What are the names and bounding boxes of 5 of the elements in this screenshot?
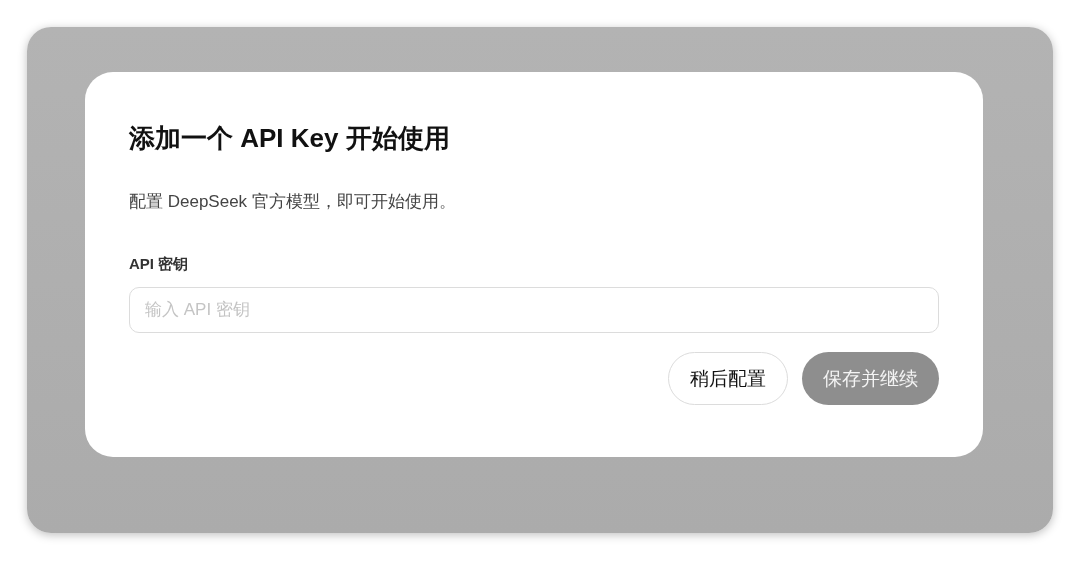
dialog-description: 配置 DeepSeek 官方模型，即可开始使用。 [129, 191, 457, 213]
api-key-field[interactable]: 输入 API 密钥 [129, 287, 939, 333]
later-button[interactable]: 稍后配置 [668, 352, 788, 405]
field-label: API 密钥 [129, 254, 190, 274]
dialog-title: 添加一个 API Key 开始使用 [129, 122, 451, 154]
